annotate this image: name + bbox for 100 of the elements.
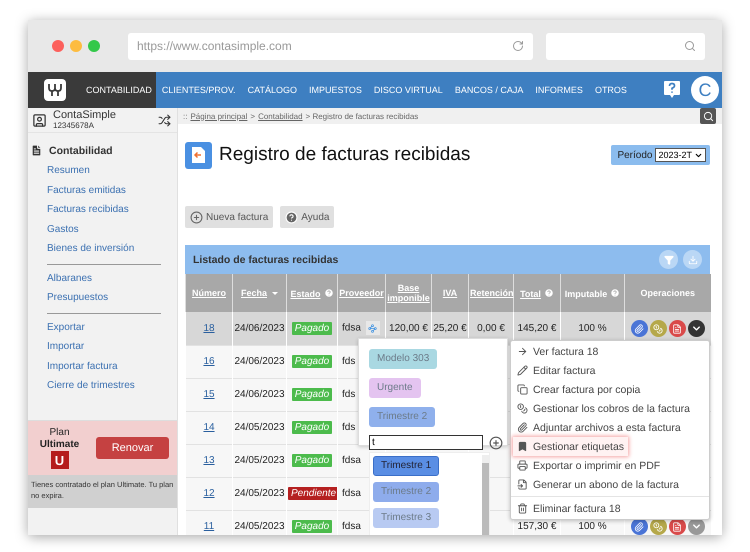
menu-item[interactable]: Ver factura 18 <box>513 342 602 361</box>
invoice-number-link[interactable]: 13 <box>203 455 215 466</box>
sidebar-link[interactable]: Facturas emitidas <box>28 180 177 200</box>
vat-amount: 25,20 € <box>433 322 467 334</box>
invoice-number-link[interactable]: 12 <box>203 488 215 499</box>
menu-item[interactable]: Gestionar los cobros de la factura <box>513 399 694 418</box>
nav-tab[interactable]: INFORMES <box>529 72 589 108</box>
nav-tab[interactable]: DISCO VIRTUAL <box>368 72 449 108</box>
help-icon[interactable] <box>324 288 334 298</box>
menu-item[interactable]: Eliminar factura 18 <box>513 499 625 518</box>
invoice-number-link[interactable]: 14 <box>203 422 215 433</box>
total-amount: 145,20 € <box>518 322 556 334</box>
imputable-percent: 100 % <box>578 322 607 334</box>
scrollbar[interactable] <box>482 455 489 535</box>
filter-icon[interactable] <box>659 250 678 269</box>
coins-icon <box>517 403 528 414</box>
sidebar-link[interactable]: Exportar <box>28 318 177 337</box>
invoice-number-link[interactable]: 11 <box>204 521 214 532</box>
sidebar-link[interactable]: Resumen <box>28 161 177 180</box>
menu-item[interactable]: Generar un abono de la factura <box>513 475 683 494</box>
pencil-icon <box>517 365 528 376</box>
column-header[interactable]: Retención <box>468 274 514 312</box>
address-bar[interactable]: https://www.contasimple.com <box>128 32 533 60</box>
breadcrumb-link[interactable]: Página principal <box>190 112 248 120</box>
coins-icon[interactable] <box>650 320 667 337</box>
invoice-number-link[interactable]: 15 <box>203 389 215 400</box>
sidebar-link[interactable]: Importar factura <box>28 356 177 376</box>
column-header[interactable]: Número <box>186 274 232 312</box>
paperclip-icon[interactable] <box>630 320 648 337</box>
tag-chip[interactable]: Modelo 303 <box>369 349 438 369</box>
column-header[interactable]: Base imponible <box>386 274 432 312</box>
base-amount: 120,00 € <box>389 322 428 334</box>
search-button[interactable] <box>700 108 716 124</box>
sidebar-link[interactable]: Cierre de trimestres <box>28 376 177 396</box>
plan-label: Plan <box>49 427 70 438</box>
nav-tab[interactable]: OTROS <box>588 72 633 108</box>
reload-icon[interactable] <box>512 40 524 52</box>
download-icon[interactable] <box>683 250 702 269</box>
plus-circle-icon <box>190 210 203 224</box>
sidebar-link[interactable]: Bienes de inversión <box>28 239 177 258</box>
section-title: Contabilidad <box>49 144 113 156</box>
nav-tab[interactable]: BANCOS / CAJA <box>448 72 530 108</box>
menu-item[interactable]: Exportar o imprimir en PDF <box>513 456 664 475</box>
plan-badge: U <box>50 451 68 469</box>
breadcrumb-link[interactable]: Contabilidad <box>258 112 303 120</box>
imputable-percent: 100 % <box>578 521 607 532</box>
status-badge: Pagado <box>292 322 332 335</box>
invoice-icon <box>185 142 212 168</box>
status-badge: Pagado <box>292 421 332 434</box>
column-header[interactable]: Fecha <box>232 274 286 312</box>
help-icon[interactable] <box>663 80 681 100</box>
menu-item[interactable]: Adjuntar archivos a esta factura <box>513 418 685 437</box>
tag-suggestion[interactable]: Trimestre 1 <box>373 456 440 476</box>
add-icon[interactable] <box>489 436 503 450</box>
sidebar-link[interactable]: Gastos <box>28 220 177 239</box>
menu-item[interactable]: Editar factura <box>513 361 600 380</box>
help-icon[interactable] <box>610 288 620 298</box>
nav-tab[interactable]: CATÁLOGO <box>242 72 303 108</box>
switch-account-icon[interactable] <box>158 114 171 126</box>
invoice-number-link[interactable]: 18 <box>203 322 215 334</box>
user-avatar[interactable]: C <box>691 76 719 104</box>
period-label: Período <box>617 150 652 160</box>
status-badge: Pagado <box>292 520 332 533</box>
status-badge: Pagado <box>292 355 332 368</box>
period-select[interactable]: 2023-2T <box>655 148 706 162</box>
tag-chip[interactable]: Urgente <box>369 378 421 398</box>
plan-name: Ultimate <box>40 439 80 450</box>
help-icon[interactable] <box>544 288 554 298</box>
maximize-icon[interactable] <box>88 40 100 52</box>
supplier-text: fds <box>342 422 356 433</box>
sidebar-link[interactable]: Albaranes <box>28 268 177 288</box>
total-amount: 157,30 € <box>518 521 556 532</box>
dropdown-icon[interactable] <box>688 320 705 336</box>
invoice-number-link[interactable]: 16 <box>203 356 215 367</box>
nav-tab[interactable]: CLIENTES/PROV. <box>156 72 242 108</box>
menu-item[interactable]: Crear factura por copia <box>513 380 644 399</box>
close-icon[interactable] <box>52 40 64 52</box>
profile-card-icon <box>32 112 47 128</box>
column-header[interactable]: IVA <box>432 274 468 312</box>
tag-input[interactable]: t <box>369 435 483 450</box>
document-arrow-icon <box>517 479 528 490</box>
sidebar-link[interactable]: Presupuestos <box>28 288 177 308</box>
column-header[interactable]: Estado <box>286 274 338 312</box>
supplier-text: fdsa <box>342 455 361 466</box>
column-header[interactable]: Total <box>514 274 560 312</box>
tag-suggestion[interactable]: Trimestre 3 <box>373 508 440 528</box>
sidebar-link[interactable]: Facturas recibidas <box>28 200 177 220</box>
help-button[interactable]: Ayuda <box>280 206 334 228</box>
renew-button[interactable]: Renovar <box>96 437 169 459</box>
browser-search-field[interactable] <box>546 32 705 60</box>
tag-icon[interactable] <box>366 321 380 336</box>
sidebar-link[interactable]: Importar <box>28 337 177 356</box>
menu-item[interactable]: Gestionar etiquetas <box>513 437 628 456</box>
pdf-icon[interactable] <box>668 320 686 337</box>
column-header[interactable]: Proveedor <box>338 274 386 312</box>
logo-icon[interactable] <box>43 78 67 102</box>
nav-tab[interactable]: CONTABILIDAD <box>82 72 156 108</box>
new-invoice-button[interactable]: Nueva factura <box>185 206 274 228</box>
nav-tab[interactable]: IMPUESTOS <box>302 72 368 108</box>
date-text: 24/06/2023 <box>234 322 285 334</box>
